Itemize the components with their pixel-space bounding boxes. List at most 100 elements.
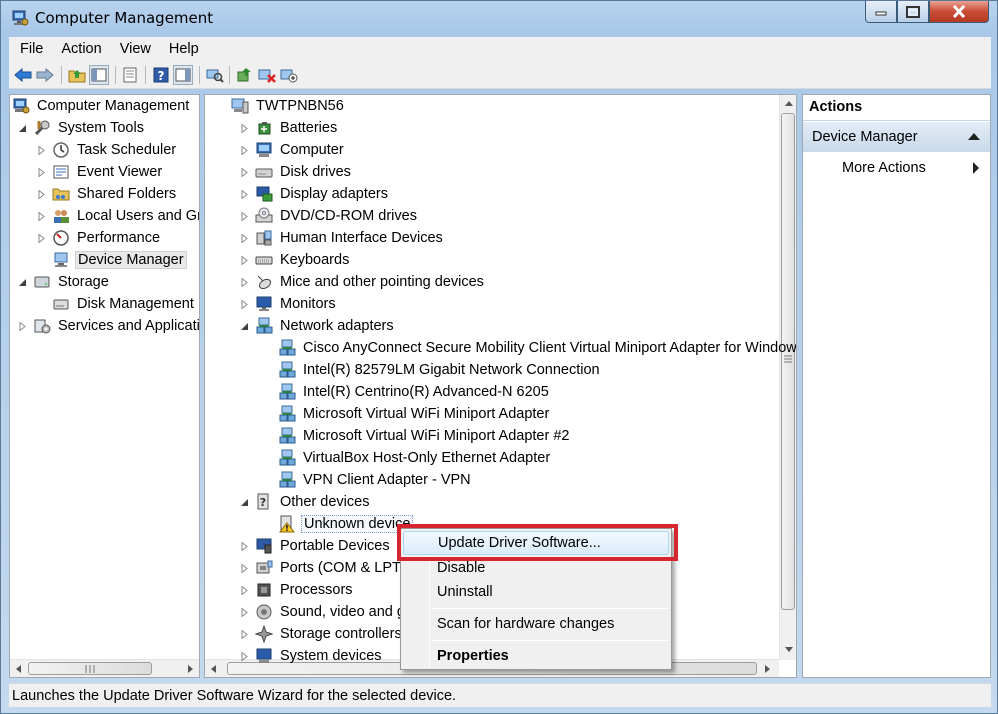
collapsed-arrow-icon[interactable] (36, 189, 46, 199)
device-monitors[interactable]: Monitors (239, 293, 338, 315)
back-icon[interactable] (13, 65, 33, 85)
device-virtualbox-host-only-ethernet-adapter[interactable]: VirtualBox Host-Only Ethernet Adapter (262, 447, 552, 469)
ctx-uninstall[interactable]: Uninstall (403, 580, 669, 604)
show-hide-tree-icon[interactable] (89, 65, 109, 85)
close-button[interactable] (929, 1, 989, 23)
menu-help[interactable]: Help (158, 41, 206, 57)
ctx-scan-for-hardware-changes[interactable]: Scan for hardware changes (403, 612, 669, 636)
device-display-adapters[interactable]: Display adapters (239, 183, 390, 205)
collapsed-arrow-icon[interactable] (239, 233, 249, 243)
scroll-right-icon[interactable] (181, 660, 198, 677)
properties-sheet-icon[interactable] (120, 65, 140, 85)
device-intel-r-82579lm-gigabit-network-connection[interactable]: Intel(R) 82579LM Gigabit Network Connect… (262, 359, 602, 381)
device-vpn-client-adapter-vpn[interactable]: VPN Client Adapter - VPN (262, 469, 473, 491)
device-processors[interactable]: Processors (239, 579, 355, 601)
collapsed-arrow-icon[interactable] (239, 607, 249, 617)
tree-performance[interactable]: Performance (36, 227, 162, 249)
tree-storage[interactable]: Storage (17, 271, 111, 293)
device-system-devices[interactable]: System devices (239, 645, 384, 667)
menu-action[interactable]: Action (50, 41, 108, 57)
computer-icon (255, 141, 273, 159)
actions-section-device-manager[interactable]: Device Manager (803, 122, 990, 152)
device-intel-r-centrino-r-advanced-n-6205[interactable]: Intel(R) Centrino(R) Advanced-N 6205 (262, 381, 551, 403)
expanded-arrow-icon[interactable] (239, 321, 249, 331)
scroll-left-icon[interactable] (205, 660, 222, 677)
device-tree-root[interactable]: TWTPNBN56 (231, 95, 346, 117)
forward-icon[interactable] (35, 65, 55, 85)
scroll-right-icon[interactable] (758, 660, 775, 677)
tree-computer-management[interactable]: Computer Management (12, 95, 191, 117)
scroll-left-icon[interactable] (10, 660, 27, 677)
tree-system-tools[interactable]: System Tools (17, 117, 146, 139)
tree-shared-folders[interactable]: Shared Folders (36, 183, 178, 205)
collapsed-arrow-icon[interactable] (239, 189, 249, 199)
tree-item-label: Monitors (280, 296, 336, 312)
collapsed-arrow-icon[interactable] (239, 585, 249, 595)
device-unknown-device[interactable]: ! Unknown device (262, 513, 414, 535)
device-tree-vscroll-thumb[interactable] (781, 113, 795, 610)
expanded-arrow-icon[interactable] (17, 277, 27, 287)
collapsed-arrow-icon[interactable] (239, 277, 249, 287)
left-pane-hscroll-thumb[interactable] (28, 662, 152, 675)
device-human-interface-devices[interactable]: Human Interface Devices (239, 227, 445, 249)
collapsed-arrow-icon[interactable] (239, 167, 249, 177)
tree-task-scheduler[interactable]: Task Scheduler (36, 139, 178, 161)
update-driver-icon[interactable] (235, 65, 255, 85)
device-portable-devices[interactable]: Portable Devices (239, 535, 392, 557)
more-actions-item[interactable]: More Actions (803, 155, 990, 181)
collapsed-arrow-icon[interactable] (239, 123, 249, 133)
collapsed-arrow-icon[interactable] (239, 651, 249, 661)
tree-device-manager[interactable]: Device Manager (36, 249, 187, 271)
expanded-arrow-icon[interactable] (239, 497, 249, 507)
device-microsoft-virtual-wifi-miniport-adapter[interactable]: Microsoft Virtual WiFi Miniport Adapter (262, 403, 551, 425)
ctx-properties[interactable]: Properties (403, 644, 669, 668)
menu-file[interactable]: File (9, 41, 50, 57)
show-action-pane-icon[interactable] (173, 65, 193, 85)
device-microsoft-virtual-wifi-miniport-adapter-2[interactable]: Microsoft Virtual WiFi Miniport Adapter … (262, 425, 571, 447)
menu-view[interactable]: View (109, 41, 158, 57)
collapsed-arrow-icon[interactable] (239, 629, 249, 639)
scan-hardware-icon[interactable] (205, 65, 225, 85)
collapsed-arrow-icon[interactable] (239, 255, 249, 265)
device-storage-controllers[interactable]: Storage controllers (239, 623, 404, 645)
left-pane-hscrollbar[interactable] (10, 659, 199, 677)
collapsed-arrow-icon[interactable] (239, 563, 249, 573)
device-dvd-cd-rom-drives[interactable]: DVD/CD-ROM drives (239, 205, 419, 227)
collapsed-arrow-icon[interactable] (17, 321, 27, 331)
disable-device-icon[interactable] (279, 65, 299, 85)
tree-disk-management[interactable]: Disk Management (36, 293, 196, 315)
device-tree-vscrollbar[interactable] (779, 95, 796, 660)
collapsed-arrow-icon[interactable] (36, 233, 46, 243)
maximize-button[interactable] (897, 1, 929, 23)
tree-local-users-and-groups[interactable]: Local Users and Groups (36, 205, 199, 227)
collapsed-arrow-icon[interactable] (239, 541, 249, 551)
device-batteries[interactable]: Batteries (239, 117, 339, 139)
device-computer[interactable]: Computer (239, 139, 346, 161)
collapse-up-icon[interactable] (968, 132, 980, 140)
expanded-arrow-icon[interactable] (17, 123, 27, 133)
device-cisco-anyconnect-secure-mobility-client-virtual-miniport-adapter-for-windows-x64[interactable]: Cisco AnyConnect Secure Mobility Client … (262, 337, 796, 359)
scroll-up-icon[interactable] (780, 95, 796, 112)
collapsed-arrow-icon[interactable] (36, 211, 46, 221)
collapsed-arrow-icon[interactable] (239, 211, 249, 221)
collapsed-arrow-icon[interactable] (36, 167, 46, 177)
tree-services-and-applications[interactable]: Services and Applications (17, 315, 199, 337)
collapsed-arrow-icon[interactable] (239, 145, 249, 155)
minimize-button[interactable] (865, 1, 897, 23)
title-bar[interactable]: Computer Management (1, 1, 997, 35)
device-mice-and-other-pointing-devices[interactable]: Mice and other pointing devices (239, 271, 486, 293)
device-disk-drives[interactable]: Disk drives (239, 161, 353, 183)
scroll-down-icon[interactable] (780, 640, 796, 657)
device-ports-com-lpt[interactable]: Ports (COM & LPT) (239, 557, 408, 579)
tree-event-viewer[interactable]: Event Viewer (36, 161, 164, 183)
other-devices-icon: ? (255, 493, 273, 511)
device-keyboards[interactable]: Keyboards (239, 249, 351, 271)
device-network-adapters[interactable]: Network adapters (239, 315, 396, 337)
up-folder-icon[interactable] (67, 65, 87, 85)
help-icon[interactable]: ? (151, 65, 171, 85)
collapsed-arrow-icon[interactable] (239, 299, 249, 309)
device-other-devices[interactable]: ? Other devices (239, 491, 371, 513)
uninstall-icon[interactable] (257, 65, 277, 85)
collapsed-arrow-icon[interactable] (36, 145, 46, 155)
